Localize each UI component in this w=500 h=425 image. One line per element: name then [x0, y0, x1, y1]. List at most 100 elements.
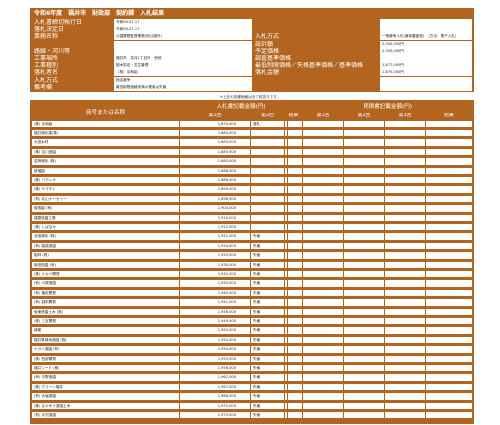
bid-round1: 1,954,000 — [180, 346, 250, 353]
estimate-round3 — [385, 383, 425, 391]
estimate-round3 — [385, 252, 425, 259]
bidder-name: (株) なかゆう造園土木 — [32, 402, 179, 410]
estimate-round3 — [385, 129, 425, 137]
bid-result — [251, 223, 284, 231]
table-row: 福井シード (株) 1,956,000 失格 — [31, 364, 473, 372]
estimate-round2 — [344, 214, 384, 222]
bid-round2 — [285, 242, 287, 250]
estimate-round2 — [344, 195, 384, 203]
bidder-name: 緑造園 (有) — [32, 205, 179, 212]
info-value-right: 2,500,000円 — [380, 47, 472, 55]
bid-remarks — [288, 317, 302, 325]
estimate-result — [426, 242, 472, 250]
estimate-round3 — [385, 120, 425, 128]
info-value — [114, 40, 252, 48]
estimate-round2 — [344, 261, 384, 269]
info-label: 工事種別 — [32, 62, 113, 70]
info-value-right — [380, 19, 472, 26]
estimate-round3 — [385, 393, 425, 400]
bid-remarks — [288, 289, 302, 297]
estimate-round1 — [303, 129, 343, 137]
estimate-round1 — [303, 252, 343, 259]
estimate-round1 — [303, 346, 343, 353]
estimate-result — [426, 327, 472, 334]
info-value-right — [380, 76, 472, 84]
estimate-round3 — [385, 270, 425, 278]
bid-round2 — [285, 195, 287, 203]
bid-remarks — [288, 252, 302, 259]
info-label: 入札方式 — [32, 76, 113, 84]
bid-round2 — [285, 355, 287, 363]
bid-round2 — [285, 383, 287, 391]
bid-round1: 1,885,000 — [180, 158, 250, 165]
bid-round2 — [285, 289, 287, 297]
bidder-name: 緑樹 — [32, 327, 179, 334]
bid-result: 落札 — [251, 120, 284, 128]
estimate-round1 — [303, 139, 343, 146]
info-row: 入札方式 指名競争 — [32, 76, 472, 84]
estimate-round3 — [385, 355, 425, 363]
estimate-round3 — [385, 214, 425, 222]
info-value: 樹木剪定・芝生管理 — [114, 62, 252, 70]
estimate-round2 — [344, 327, 384, 334]
estimate-round3 — [385, 327, 425, 334]
table-row: (株) 三友開発 1,949,000 失格 — [31, 317, 473, 325]
info-row: 落札者名 （株）京和組 落札金額 1,870,000円 — [32, 69, 472, 77]
estimate-round1 — [303, 374, 343, 381]
bid-result: 失格 — [251, 299, 284, 306]
table-row: 福整造園工業 1,910,000 — [31, 214, 473, 222]
bid-round2 — [285, 139, 287, 146]
bid-result — [251, 214, 284, 222]
bid-remarks — [288, 205, 302, 212]
estimate-round3 — [385, 308, 425, 316]
bid-round2 — [285, 402, 287, 410]
estimate-result — [426, 336, 472, 344]
estimate-round2 — [344, 270, 384, 278]
bid-remarks — [288, 327, 302, 334]
info-label-right — [253, 83, 379, 91]
bid-result: 失格 — [251, 364, 284, 372]
bidder-name: 若狭緑化 (株) — [32, 158, 179, 165]
info-label-right: 設計額 — [253, 40, 379, 48]
table-row: 緑造園 (有) 1,904,000 — [31, 205, 473, 212]
bid-result — [251, 139, 284, 146]
estimate-result — [426, 148, 472, 156]
table-row: (有) 植松開発 1,940,000 失格 — [31, 289, 473, 297]
estimate-round3 — [385, 186, 425, 193]
estimate-round2 — [344, 374, 384, 381]
info-row: 業務名称 公園業務監督業務(西公園外) 入札方式 一般競争入札(事後審査型) （方法：… — [32, 33, 472, 41]
table-row: (株) 京和組 1,870,000 落札 — [31, 120, 473, 128]
bidder-name: (有) 中野造園 — [32, 374, 179, 381]
estimate-result — [426, 186, 472, 193]
estimate-round2 — [344, 223, 384, 231]
estimate-round1 — [303, 402, 343, 410]
bid-round1: 1,968,000 — [180, 393, 250, 400]
estimate-round1 — [303, 411, 343, 419]
estimate-result — [426, 223, 472, 231]
bidder-name: 坂東造園土木 (株) — [32, 308, 179, 316]
estimate-result — [426, 261, 472, 269]
bid-result: 失格 — [251, 355, 284, 363]
table-row: 福井緑化建(株) 1,880,000 — [31, 129, 473, 137]
estimate-result — [426, 299, 472, 306]
estimate-round2 — [344, 242, 384, 250]
bid-remarks — [288, 411, 302, 419]
estimate-round2 — [344, 167, 384, 175]
bid-round1: 1,880,000 — [180, 129, 250, 137]
info-value: 公園業務監督業務(西公園外) — [114, 33, 252, 41]
info-row: 工事場所 福井市 花月1丁目外 他他 調査基準価格 — [32, 55, 472, 62]
info-label: 入札書締切執行日 — [32, 19, 113, 26]
estimate-result — [426, 158, 472, 165]
bidder-name: (有) 大村造園 — [32, 411, 179, 419]
bid-round1: 1,924,000 — [180, 242, 250, 250]
bid-round2 — [285, 336, 287, 344]
estimate-round3 — [385, 158, 425, 165]
bid-result — [251, 158, 284, 165]
estimate-round3 — [385, 167, 425, 175]
col-est-round3: 第3回 — [385, 113, 425, 119]
bid-result — [251, 176, 284, 184]
estimate-round1 — [303, 289, 343, 297]
bid-round1: 1,888,000 — [180, 176, 250, 184]
bidder-name: (有) 北山ナーセリー — [32, 195, 179, 203]
estimate-round2 — [344, 205, 384, 212]
